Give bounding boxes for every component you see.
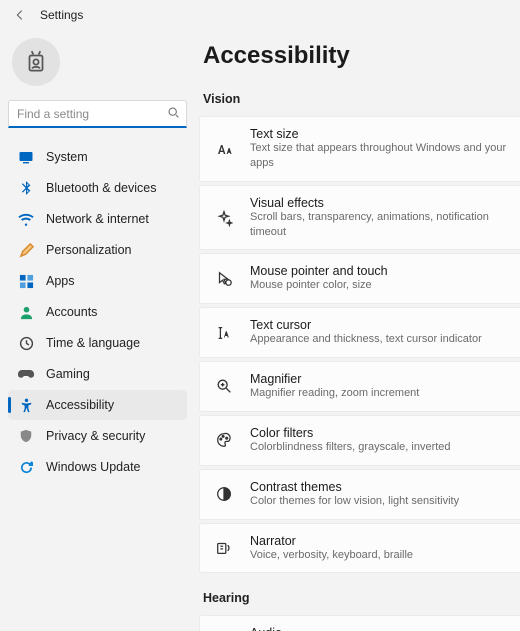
- text-cursor-icon: [214, 323, 234, 343]
- section-header-hearing: Hearing: [203, 591, 520, 605]
- card-subtitle: Scroll bars, transparency, animations, n…: [250, 210, 512, 240]
- sidebar-item-personalization[interactable]: Personalization: [8, 235, 187, 265]
- card-subtitle: Mouse pointer color, size: [250, 278, 388, 293]
- update-icon: [18, 459, 34, 475]
- sidebar-item-label: Time & language: [46, 336, 140, 350]
- card-magnifier[interactable]: Magnifier Magnifier reading, zoom increm…: [199, 361, 520, 412]
- palette-icon: [214, 430, 234, 450]
- accessibility-icon: [18, 397, 34, 413]
- card-text: Text cursor Appearance and thickness, te…: [250, 318, 482, 347]
- sidebar-item-label: Gaming: [46, 367, 90, 381]
- card-subtitle: Text size that appears throughout Window…: [250, 141, 512, 171]
- sidebar-item-label: Apps: [46, 274, 75, 288]
- card-title: Mouse pointer and touch: [250, 264, 388, 278]
- titlebar: Settings: [0, 0, 520, 30]
- card-subtitle: Color themes for low vision, light sensi…: [250, 494, 459, 509]
- hearing-card-list: Audio Mono audio, audio notifications CC…: [199, 615, 520, 631]
- sidebar-item-time[interactable]: Time & language: [8, 328, 187, 358]
- card-text: Text size Text size that appears through…: [250, 127, 512, 171]
- card-text: Mouse pointer and touch Mouse pointer co…: [250, 264, 388, 293]
- card-text: Magnifier Magnifier reading, zoom increm…: [250, 372, 419, 401]
- vision-card-list: Text size Text size that appears through…: [199, 116, 520, 573]
- sidebar-item-label: System: [46, 150, 88, 164]
- content: Accessibility Vision Text size Text size…: [195, 30, 520, 631]
- card-title: Text cursor: [250, 318, 482, 332]
- card-text: Color filters Colorblindness filters, gr…: [250, 426, 451, 455]
- avatar[interactable]: [12, 38, 60, 86]
- apps-icon: [18, 273, 34, 289]
- sidebar-item-label: Network & internet: [46, 212, 149, 226]
- clock-icon: [18, 335, 34, 351]
- card-text-size[interactable]: Text size Text size that appears through…: [199, 116, 520, 182]
- card-text: Contrast themes Color themes for low vis…: [250, 480, 459, 509]
- app-title: Settings: [40, 8, 83, 22]
- card-color-filters[interactable]: Color filters Colorblindness filters, gr…: [199, 415, 520, 466]
- sidebar-item-network[interactable]: Network & internet: [8, 204, 187, 234]
- bluetooth-icon: [18, 180, 34, 196]
- cursor-icon: [214, 269, 234, 289]
- sidebar-item-label: Accounts: [46, 305, 97, 319]
- magnifier-icon: [214, 376, 234, 396]
- contrast-icon: [214, 484, 234, 504]
- sidebar-item-update[interactable]: Windows Update: [8, 452, 187, 482]
- paintbrush-icon: [18, 242, 34, 258]
- person-icon: [18, 304, 34, 320]
- sidebar-item-bluetooth[interactable]: Bluetooth & devices: [8, 173, 187, 203]
- sidebar-item-label: Accessibility: [46, 398, 114, 412]
- sidebar-item-apps[interactable]: Apps: [8, 266, 187, 296]
- sidebar-item-privacy[interactable]: Privacy & security: [8, 421, 187, 451]
- wifi-icon: [18, 211, 34, 227]
- card-contrast-themes[interactable]: Contrast themes Color themes for low vis…: [199, 469, 520, 520]
- sidebar-item-accounts[interactable]: Accounts: [8, 297, 187, 327]
- page-title: Accessibility: [203, 42, 520, 70]
- card-title: Text size: [250, 127, 512, 141]
- card-text: Narrator Voice, verbosity, keyboard, bra…: [250, 534, 413, 563]
- card-mouse-pointer[interactable]: Mouse pointer and touch Mouse pointer co…: [199, 253, 520, 304]
- sidebar: System Bluetooth & devices Network & int…: [0, 30, 195, 631]
- sidebar-item-label: Privacy & security: [46, 429, 145, 443]
- back-button[interactable]: [12, 7, 28, 23]
- card-title: Magnifier: [250, 372, 419, 386]
- sidebar-item-label: Windows Update: [46, 460, 141, 474]
- avatar-placeholder-icon: [23, 49, 49, 75]
- shield-icon: [18, 428, 34, 444]
- card-title: Visual effects: [250, 196, 512, 210]
- search-input[interactable]: [8, 100, 187, 128]
- sidebar-item-label: Personalization: [46, 243, 131, 257]
- card-text: Audio Mono audio, audio notifications: [250, 626, 402, 631]
- system-icon: [18, 149, 34, 165]
- card-title: Color filters: [250, 426, 451, 440]
- text-size-icon: [214, 139, 234, 159]
- sidebar-item-accessibility[interactable]: Accessibility: [8, 390, 187, 420]
- arrow-left-icon: [13, 8, 27, 22]
- sidebar-item-system[interactable]: System: [8, 142, 187, 172]
- card-title: Audio: [250, 626, 402, 631]
- card-subtitle: Appearance and thickness, text cursor in…: [250, 332, 482, 347]
- card-title: Narrator: [250, 534, 413, 548]
- card-subtitle: Voice, verbosity, keyboard, braille: [250, 548, 413, 563]
- nav-list: System Bluetooth & devices Network & int…: [8, 142, 187, 482]
- card-audio[interactable]: Audio Mono audio, audio notifications: [199, 615, 520, 631]
- card-narrator[interactable]: Narrator Voice, verbosity, keyboard, bra…: [199, 523, 520, 574]
- sparkle-icon: [214, 208, 234, 228]
- search-wrap: [8, 100, 187, 128]
- gaming-icon: [18, 366, 34, 382]
- card-title: Contrast themes: [250, 480, 459, 494]
- card-subtitle: Colorblindness filters, grayscale, inver…: [250, 440, 451, 455]
- card-text: Visual effects Scroll bars, transparency…: [250, 196, 512, 240]
- card-subtitle: Magnifier reading, zoom increment: [250, 386, 419, 401]
- search-icon: [167, 106, 180, 122]
- narrator-icon: [214, 538, 234, 558]
- sidebar-item-gaming[interactable]: Gaming: [8, 359, 187, 389]
- card-visual-effects[interactable]: Visual effects Scroll bars, transparency…: [199, 185, 520, 251]
- sidebar-item-label: Bluetooth & devices: [46, 181, 157, 195]
- section-header-vision: Vision: [203, 92, 520, 106]
- card-text-cursor[interactable]: Text cursor Appearance and thickness, te…: [199, 307, 520, 358]
